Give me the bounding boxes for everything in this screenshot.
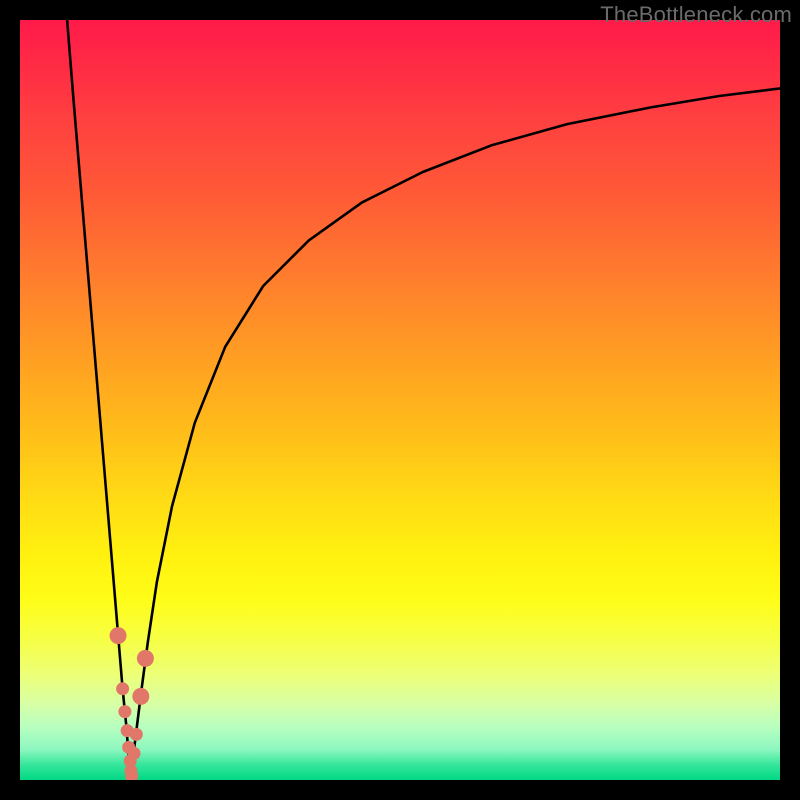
vertex-cluster-8 (128, 747, 141, 760)
chart-frame: TheBottleneck.com (0, 0, 800, 800)
curve-left-branch (67, 20, 130, 780)
right-branch-marker-upper (137, 650, 154, 667)
vertex-cluster-9 (130, 728, 143, 741)
curve-right-branch (130, 88, 780, 780)
curve-layer (20, 20, 780, 780)
plot-area (20, 20, 780, 780)
vertex-cluster-2 (118, 705, 131, 718)
watermark-text: TheBottleneck.com (600, 2, 792, 28)
vertex-cluster-1 (116, 682, 129, 695)
left-branch-marker (110, 627, 127, 644)
right-branch-marker-lower (132, 688, 149, 705)
